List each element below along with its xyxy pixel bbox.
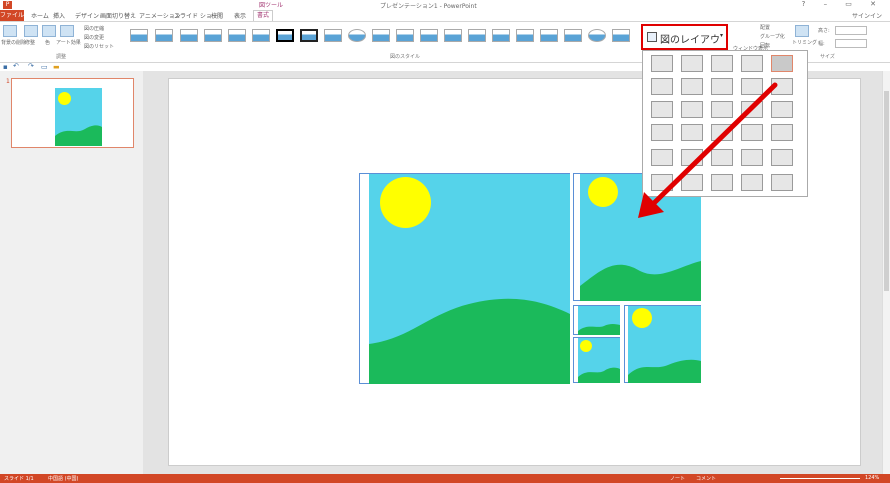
picture-style-15[interactable] — [468, 29, 486, 42]
crop-icon[interactable] — [795, 25, 809, 37]
context-tab-group: 図ツール — [259, 2, 284, 9]
status-bar: スライド 1/1 中国語 (中国) ノート コメント 124% — [0, 474, 890, 483]
picture-layout-button[interactable]: 図のレイアウト ▾ — [641, 24, 728, 61]
group-button[interactable]: グループ化 — [760, 33, 785, 40]
picture-style-20[interactable] — [588, 29, 606, 42]
layout-option[interactable] — [741, 55, 763, 72]
picture-style-12[interactable] — [396, 29, 414, 42]
picture-style-5[interactable] — [228, 29, 246, 42]
remove-background-label: 背景の削除 — [1, 40, 27, 46]
layout-option[interactable] — [651, 55, 673, 72]
corrections-icon[interactable] — [24, 25, 38, 37]
picture-styles-group-label: 図のスタイル — [390, 54, 421, 60]
picture-large[interactable] — [369, 174, 570, 384]
height-input[interactable] — [835, 26, 867, 35]
chevron-down-icon: ▾ — [720, 32, 724, 39]
tab-transitions[interactable]: 画面切り替え — [100, 11, 136, 20]
picture-style-9[interactable] — [324, 29, 342, 42]
crop-label[interactable]: トリミング — [792, 39, 817, 46]
artistic-effects-icon[interactable] — [60, 25, 74, 37]
zoom-level[interactable]: 124% — [865, 475, 879, 481]
picture-small-2[interactable] — [578, 338, 620, 383]
tab-insert[interactable]: 挿入 — [53, 11, 65, 20]
color-icon[interactable] — [42, 25, 56, 37]
undo-icon[interactable]: ↶ — [13, 62, 19, 70]
width-label: 幅: — [818, 41, 825, 47]
picture-style-13[interactable] — [420, 29, 438, 42]
picture-style-8[interactable] — [300, 29, 318, 42]
title-bar: P 図ツール プレゼンテーション1 - PowerPoint ? – ▭ ✕ — [0, 0, 890, 10]
picture-style-2[interactable] — [155, 29, 173, 42]
slide-count: スライド 1/1 — [4, 476, 34, 482]
tab-file[interactable]: ファイル — [0, 10, 24, 21]
layout-option[interactable] — [681, 55, 703, 72]
picture-small-3[interactable] — [628, 306, 701, 383]
size-group-label: サイズ — [820, 54, 835, 60]
save-icon[interactable]: ▪ — [3, 63, 8, 71]
picture-style-10[interactable] — [348, 29, 366, 42]
picture-style-18[interactable] — [540, 29, 558, 42]
picture-style-7[interactable] — [276, 29, 294, 42]
open-folder-icon[interactable]: ▬ — [53, 63, 60, 71]
tab-design[interactable]: デザイン — [75, 11, 99, 20]
layout-shape-small-1[interactable] — [573, 305, 620, 335]
layout-option-selected[interactable] — [771, 55, 793, 72]
slide-thumbnail-1[interactable] — [11, 78, 134, 148]
picture-style-6[interactable] — [252, 29, 270, 42]
rotate-button[interactable]: 回転 — [760, 42, 770, 49]
picture-style-21[interactable] — [612, 29, 630, 42]
reset-picture-button[interactable]: 図のリセット — [84, 43, 114, 50]
annotation-arrow — [638, 82, 778, 218]
picture-style-3[interactable] — [180, 29, 198, 42]
powerpoint-icon: P — [3, 1, 12, 9]
comments-button[interactable]: コメント — [696, 475, 716, 482]
adjust-group-label: 調整 — [56, 54, 67, 60]
vertical-scrollbar[interactable] — [882, 71, 890, 474]
height-label: 高さ: — [818, 28, 830, 34]
align-button[interactable]: 配置 — [760, 24, 770, 31]
color-label: 色 — [45, 40, 51, 46]
scroll-thumb[interactable] — [884, 91, 889, 291]
layout-shape-small-2[interactable] — [573, 337, 620, 383]
ribbon-tabs: ファイル ホーム 挿入 デザイン 画面切り替え アニメーション スライド ショー… — [0, 10, 890, 21]
window-controls[interactable]: ? – ▭ ✕ — [802, 0, 884, 8]
redo-icon[interactable]: ↷ — [28, 62, 34, 70]
layout-shape-small-3[interactable] — [624, 305, 701, 383]
corrections-label: 修整 — [25, 40, 36, 46]
slide-number: 1 — [6, 78, 10, 85]
picture-style-14[interactable] — [444, 29, 462, 42]
layout-option[interactable] — [711, 55, 733, 72]
remove-background-icon[interactable] — [3, 25, 17, 37]
tab-review[interactable]: 校閲 — [211, 11, 223, 20]
picture-style-19[interactable] — [564, 29, 582, 42]
width-input[interactable] — [835, 39, 867, 48]
thumbnail-picture — [55, 88, 102, 146]
picture-style-16[interactable] — [492, 29, 510, 42]
start-slideshow-icon[interactable]: ▭ — [41, 63, 48, 71]
picture-small-1[interactable] — [578, 306, 620, 335]
notes-button[interactable]: ノート — [670, 475, 685, 482]
artistic-effects-label: アート効果 — [56, 40, 81, 46]
picture-layout-icon — [647, 32, 657, 42]
picture-style-1[interactable] — [130, 29, 148, 42]
layout-shape-large[interactable] — [359, 173, 570, 384]
picture-style-17[interactable] — [516, 29, 534, 42]
signin-link[interactable]: サインイン — [852, 11, 882, 20]
tab-view[interactable]: 表示 — [234, 11, 246, 20]
tab-home[interactable]: ホーム — [31, 11, 49, 20]
compress-pictures-button[interactable]: 図の圧縮 — [84, 25, 104, 32]
picture-style-11[interactable] — [372, 29, 390, 42]
zoom-slider[interactable] — [780, 478, 860, 479]
tab-format[interactable]: 書式 — [253, 10, 274, 21]
change-picture-button[interactable]: 図の変更 — [84, 34, 104, 41]
window-title: プレゼンテーション1 - PowerPoint — [380, 3, 477, 10]
picture-style-4[interactable] — [204, 29, 222, 42]
language[interactable]: 中国語 (中国) — [48, 475, 79, 482]
